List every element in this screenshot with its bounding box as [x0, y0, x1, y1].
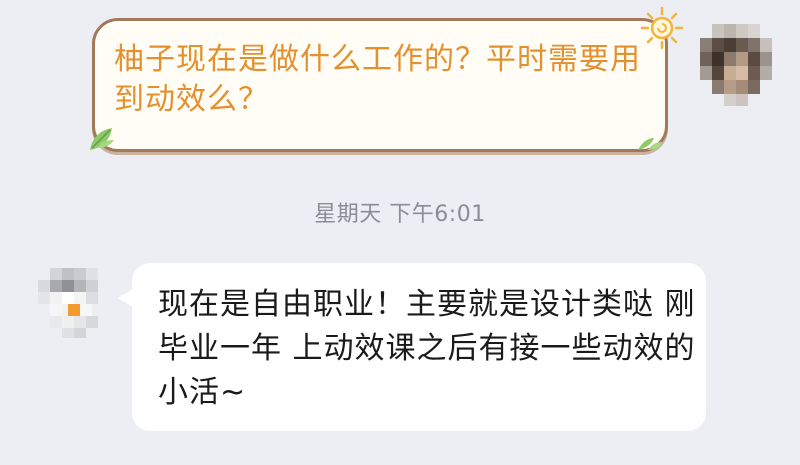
- message-timestamp: 星期天 下午6:01: [314, 202, 486, 227]
- avatar[interactable]: [38, 262, 110, 342]
- avatar[interactable]: [700, 14, 772, 106]
- incoming-message-text: 现在是自由职业！主要就是设计类哒 刚毕业一年 上动效课之后有接一些动效的小活~: [158, 287, 696, 410]
- leaf-icon: [638, 138, 662, 150]
- outgoing-message-text: 柚子现在是做什么工作的？平时需要用到动效么？: [114, 42, 641, 117]
- sun-icon: [640, 6, 684, 50]
- leaf-icon: [90, 128, 114, 150]
